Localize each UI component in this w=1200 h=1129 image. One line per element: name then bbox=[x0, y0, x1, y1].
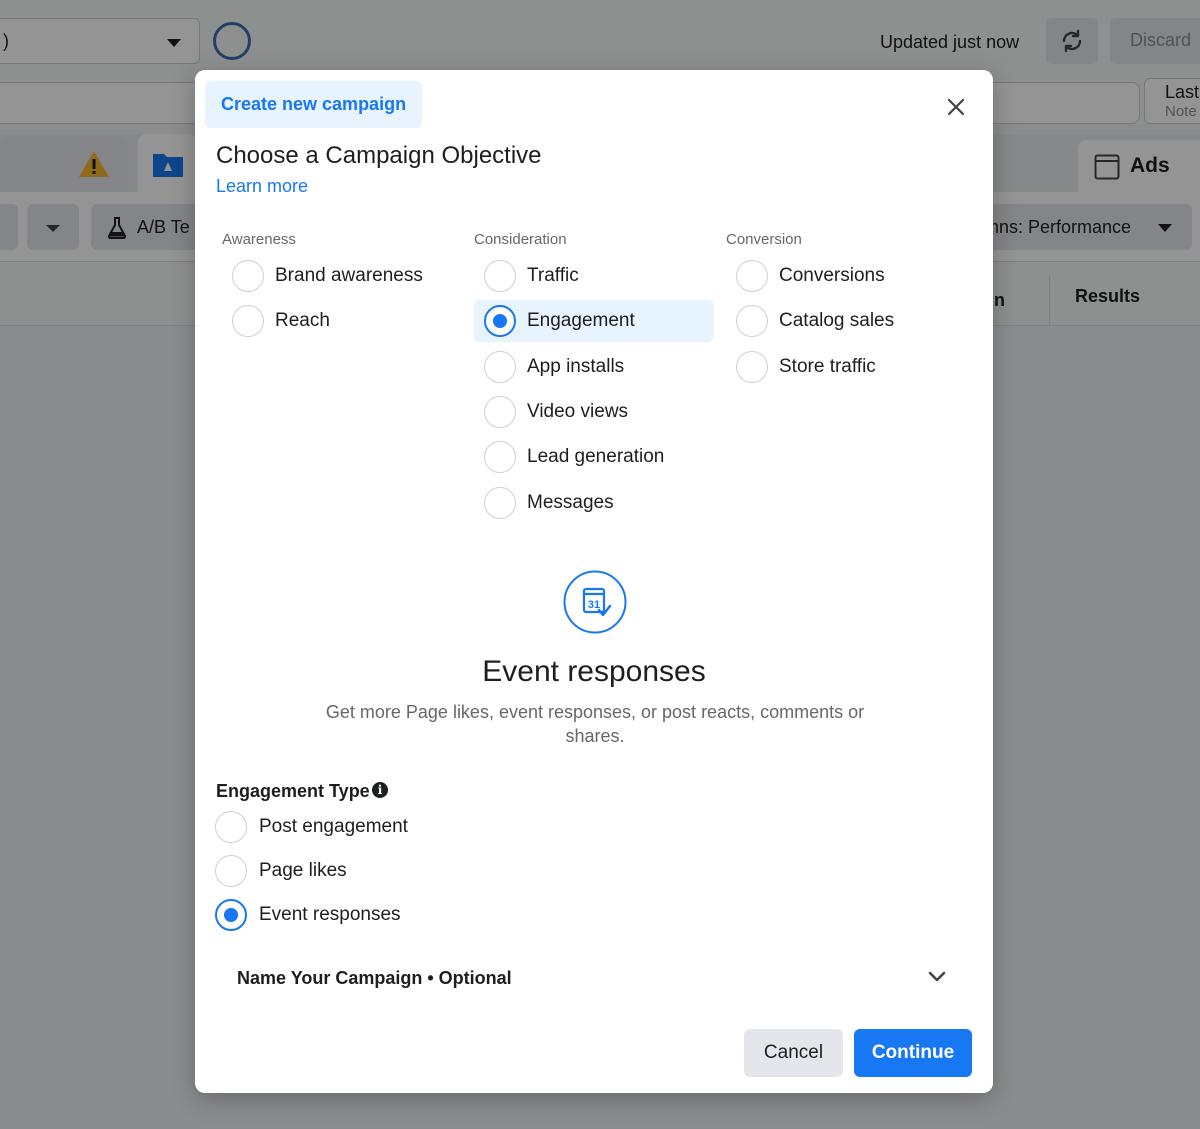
column-label-consideration: Consideration bbox=[474, 231, 567, 248]
objective-label: Video views bbox=[527, 401, 629, 422]
objective-lead-generation[interactable]: Lead generation bbox=[474, 436, 714, 478]
radio-button[interactable] bbox=[215, 855, 247, 887]
objective-store-traffic[interactable]: Store traffic bbox=[726, 346, 966, 388]
objective-label: Conversions bbox=[779, 265, 885, 286]
radio-button[interactable] bbox=[484, 260, 516, 292]
objective-conversions[interactable]: Conversions bbox=[726, 255, 966, 297]
radio-button[interactable] bbox=[484, 487, 516, 519]
engagement-type-label: Engagement Type bbox=[216, 781, 370, 801]
objective-reach[interactable]: Reach bbox=[222, 300, 462, 342]
radio-button[interactable] bbox=[736, 305, 768, 337]
objective-label: Store traffic bbox=[779, 356, 876, 377]
objective-label: Brand awareness bbox=[275, 265, 423, 286]
info-icon[interactable]: i bbox=[372, 782, 388, 798]
objective-label: Traffic bbox=[527, 265, 579, 286]
objective-messages[interactable]: Messages bbox=[474, 482, 714, 524]
engagement-option-label: Page likes bbox=[259, 860, 347, 881]
objective-label: Catalog sales bbox=[779, 310, 895, 331]
radio-button[interactable] bbox=[736, 260, 768, 292]
radio-button-selected[interactable] bbox=[215, 899, 247, 931]
objective-label: Engagement bbox=[527, 310, 635, 331]
create-campaign-dialog: Create new campaign Choose a Campaign Ob… bbox=[195, 70, 993, 1093]
objective-video-views[interactable]: Video views bbox=[474, 391, 714, 433]
close-icon bbox=[947, 98, 965, 116]
dialog-title: Choose a Campaign Objective bbox=[216, 142, 542, 169]
engagement-post-engagement[interactable]: Post engagement bbox=[215, 807, 515, 847]
column-label-awareness: Awareness bbox=[222, 231, 296, 248]
objective-app-installs[interactable]: App installs bbox=[474, 346, 714, 388]
radio-button[interactable] bbox=[484, 351, 516, 383]
radio-button[interactable] bbox=[484, 441, 516, 473]
radio-button[interactable] bbox=[232, 305, 264, 337]
radio-button[interactable] bbox=[232, 260, 264, 292]
radio-button[interactable] bbox=[484, 396, 516, 428]
objective-traffic[interactable]: Traffic bbox=[474, 255, 714, 297]
calendar-icon: 31 bbox=[563, 570, 627, 634]
engagement-option-label: Event responses bbox=[259, 904, 401, 925]
radio-button[interactable] bbox=[736, 351, 768, 383]
engagement-event-responses[interactable]: Event responses bbox=[215, 895, 515, 935]
column-label-conversion: Conversion bbox=[726, 231, 802, 248]
objective-label: Lead generation bbox=[527, 446, 665, 467]
objective-brand-awareness[interactable]: Brand awareness bbox=[222, 255, 462, 297]
learn-more-link[interactable]: Learn more bbox=[216, 176, 308, 197]
radio-button-selected[interactable] bbox=[484, 305, 516, 337]
cancel-button[interactable]: Cancel bbox=[744, 1029, 843, 1077]
close-button[interactable] bbox=[941, 92, 971, 122]
objective-catalog-sales[interactable]: Catalog sales bbox=[726, 300, 966, 342]
objective-label: App installs bbox=[527, 356, 625, 377]
engagement-page-likes[interactable]: Page likes bbox=[215, 851, 515, 891]
chevron-down-icon bbox=[928, 971, 946, 982]
objective-description: Get more Page likes, event responses, or… bbox=[325, 702, 865, 746]
name-campaign-expander[interactable]: Name Your Campaign • Optional bbox=[237, 966, 953, 996]
objective-title: Event responses bbox=[482, 655, 706, 688]
objective-label: Messages bbox=[527, 492, 614, 513]
radio-button[interactable] bbox=[215, 811, 247, 843]
dialog-badge: Create new campaign bbox=[205, 81, 423, 128]
engagement-option-label: Post engagement bbox=[259, 816, 408, 837]
objective-engagement[interactable]: Engagement bbox=[474, 300, 714, 342]
name-campaign-label: Name Your Campaign • Optional bbox=[237, 968, 512, 988]
continue-button[interactable]: Continue bbox=[854, 1029, 972, 1077]
objective-label: Reach bbox=[275, 310, 330, 331]
